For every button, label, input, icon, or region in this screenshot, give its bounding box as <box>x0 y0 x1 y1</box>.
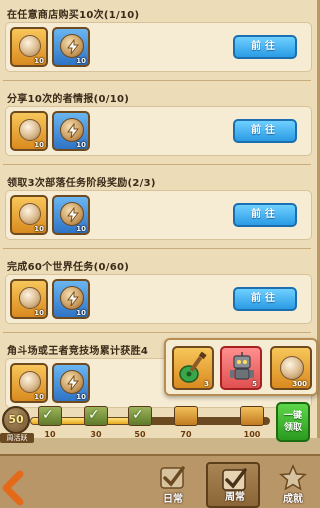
check-icon: ✓ <box>42 407 54 423</box>
reward-robot[interactable]: 5 <box>220 346 262 390</box>
milestone-value: 50 <box>134 430 146 439</box>
activity-label: 周活跃 <box>0 433 34 443</box>
coin-icon <box>19 203 41 225</box>
tab-weekly[interactable]: 周常 <box>206 462 260 508</box>
reward-badge[interactable]: 10 <box>52 195 90 235</box>
tab-label: 日常 <box>163 494 183 505</box>
reward-coin[interactable]: 10 <box>10 27 48 67</box>
reward-qty: 10 <box>34 225 44 233</box>
reward-qty: 10 <box>76 57 86 65</box>
reward-badge[interactable]: 10 <box>52 363 90 403</box>
milestone-chest[interactable] <box>174 406 198 426</box>
task-box: 10 10 前往 <box>5 22 312 72</box>
task-row: 完成60个世界任务(0/60) 10 10 前往 <box>3 252 314 330</box>
go-button[interactable]: 前往 <box>233 203 297 227</box>
coin-icon <box>19 119 41 141</box>
task-box: 10 10 前往 <box>5 274 312 324</box>
reward-coin[interactable]: 300 <box>270 346 312 390</box>
coin-icon <box>280 356 304 380</box>
reward-preview-popup: 3 5 300 <box>164 338 318 396</box>
activity-badge-icon <box>60 34 84 58</box>
reward-coin[interactable]: 10 <box>10 363 48 403</box>
reward-qty: 300 <box>292 380 307 388</box>
reward-badge[interactable]: 10 <box>52 111 90 151</box>
task-box: 10 10 前往 <box>5 106 312 156</box>
reward-coin[interactable]: 10 <box>10 111 48 151</box>
claim-label: 领取 <box>283 423 302 433</box>
divider <box>3 80 311 81</box>
milestone-chest[interactable]: ✓ <box>128 406 152 426</box>
reward-coin[interactable]: 10 <box>10 279 48 319</box>
back-button[interactable] <box>0 468 36 508</box>
task-title: 分享10次的者情报(0/10) <box>7 94 130 105</box>
reward-qty: 5 <box>252 380 257 388</box>
task-row: 在任意商店购买10次(1/10) 10 10 前往 <box>3 0 314 78</box>
reward-badge[interactable]: 10 <box>52 27 90 67</box>
divider <box>3 332 311 333</box>
activity-badge-icon <box>60 286 84 310</box>
task-row: 领取3次部落任务阶段奖励(2/3) 10 10 前往 <box>3 168 314 246</box>
divider <box>3 248 311 249</box>
milestone-chest[interactable]: ✓ <box>84 406 108 426</box>
tab-achievement[interactable]: 成就 <box>266 462 320 508</box>
reward-qty: 10 <box>76 309 86 317</box>
coin-icon <box>19 371 41 393</box>
back-arrow-icon <box>2 470 24 506</box>
coin-icon <box>19 35 41 57</box>
go-button[interactable]: 前往 <box>233 35 297 59</box>
reward-qty: 10 <box>34 141 44 149</box>
coin-icon <box>19 287 41 309</box>
tab-daily[interactable]: 日常 <box>146 462 200 508</box>
reward-qty: 3 <box>204 380 209 388</box>
activity-badge-icon <box>60 118 84 142</box>
milestone-chest[interactable]: ✓ <box>38 406 62 426</box>
check-icon: ✓ <box>132 407 144 423</box>
reward-qty: 10 <box>34 309 44 317</box>
task-title: 完成60个世界任务(0/60) <box>7 262 130 273</box>
reward-qty: 10 <box>34 57 44 65</box>
bottom-bar: 日常 周常 成就 <box>0 454 320 508</box>
tab-label: 周常 <box>225 492 245 503</box>
star-trophy-icon <box>279 464 307 491</box>
check-seal-icon <box>160 466 185 489</box>
milestone-chest[interactable] <box>240 406 264 426</box>
milestone-value: 10 <box>44 430 56 439</box>
go-button[interactable]: 前往 <box>233 119 297 143</box>
task-box: 10 10 前往 <box>5 190 312 240</box>
claim-all-button[interactable]: 一键 领取 <box>276 402 310 442</box>
reward-badge[interactable]: 10 <box>52 279 90 319</box>
reward-guitar[interactable]: 3 <box>172 346 214 390</box>
divider <box>3 164 311 165</box>
milestone-value: 30 <box>90 430 102 439</box>
go-button[interactable]: 前往 <box>233 287 297 311</box>
claim-label: 一键 <box>283 411 302 421</box>
tab-label: 成就 <box>283 494 303 505</box>
activity-points: 50 <box>2 406 30 434</box>
reward-qty: 10 <box>76 225 86 233</box>
task-title: 在任意商店购买10次(1/10) <box>7 10 140 21</box>
activity-badge-icon <box>60 370 84 394</box>
task-title: 领取3次部落任务阶段奖励(2/3) <box>7 178 156 189</box>
weekly-activity-progress: 50 周活跃 ✓ 10 ✓ 30 ✓ 50 70 100 一键 领取 <box>0 400 320 448</box>
milestone-value: 70 <box>180 430 192 439</box>
milestone-value: 100 <box>243 430 261 439</box>
task-title: 角斗场或王者竞技场累计获胜4 <box>7 346 149 357</box>
activity-badge-icon <box>60 202 84 226</box>
reward-coin[interactable]: 10 <box>10 195 48 235</box>
check-icon: ✓ <box>88 407 100 423</box>
task-row: 分享10次的者情报(0/10) 10 10 前往 <box>3 84 314 162</box>
reward-qty: 10 <box>76 141 86 149</box>
